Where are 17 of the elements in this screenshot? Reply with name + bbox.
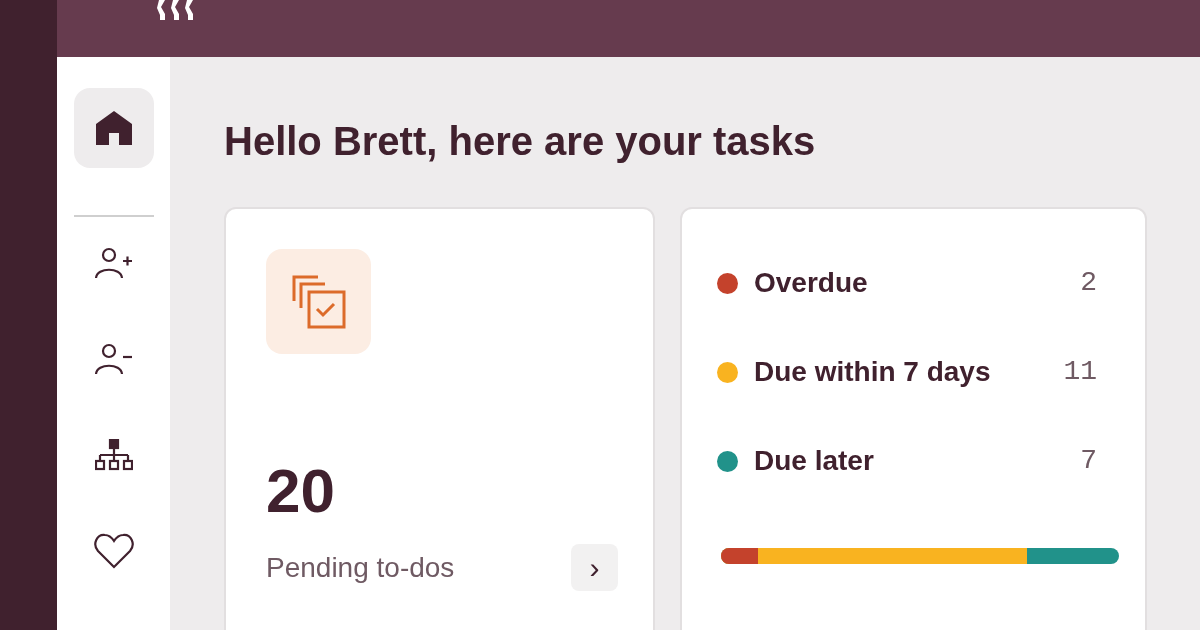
heart-icon — [93, 533, 134, 569]
home-icon — [95, 111, 132, 145]
status-count: 11 — [1063, 355, 1097, 389]
status-label: Due within 7 days — [754, 355, 991, 389]
remove-user-icon — [94, 343, 133, 375]
status-label: Due later — [754, 444, 874, 478]
status-count: 7 — [1080, 444, 1097, 478]
pending-label: Pending to-dos — [266, 550, 455, 585]
hierarchy-icon — [94, 439, 133, 471]
open-button[interactable]: › — [571, 544, 618, 591]
pending-count: 20 — [266, 460, 336, 522]
status-count: 2 — [1080, 266, 1097, 300]
page-heading: Hello Brett, here are your tasks — [224, 121, 817, 161]
sidebar-item[interactable] — [73, 88, 154, 168]
add-user-icon — [94, 247, 133, 279]
stacked-checklist-icon — [291, 274, 346, 329]
status-label: Overdue — [754, 266, 868, 300]
